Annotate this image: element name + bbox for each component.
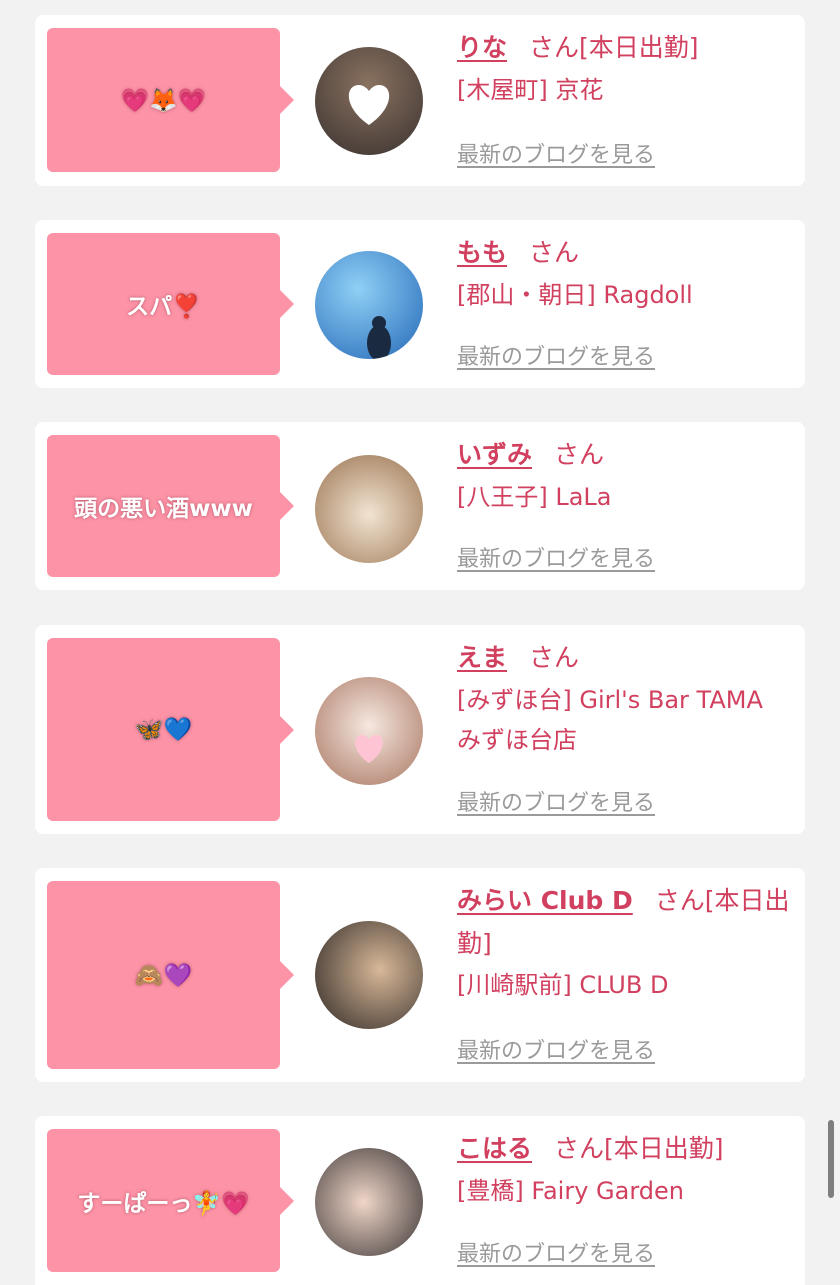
message-text: スパ❣️ — [126, 294, 201, 320]
shop-name: [郡山・朝日] Ragdoll — [457, 280, 693, 309]
avatar[interactable] — [315, 251, 423, 359]
shop-name-cont: みずほ台店 — [457, 726, 577, 755]
message-text: 💗🦊💗 — [120, 87, 207, 114]
cast-card: 🙈💜 みらい Club D さん[本日出勤] [川崎駅前] CLUB D 最新のブ… — [35, 868, 805, 1082]
info-block: みらい Club D さん[本日出勤] [川崎駅前] CLUB D — [457, 880, 793, 1006]
scrollbar[interactable] — [828, 1120, 834, 1198]
honorific: さん — [529, 643, 580, 672]
honorific: さん — [554, 1134, 605, 1163]
info-block: もも さん [郡山・朝日] Ragdoll — [457, 232, 793, 315]
message-text: すーぱーっ🧚💗 — [77, 1190, 250, 1217]
latest-blog-link[interactable]: 最新のブログを見る — [457, 339, 655, 371]
cast-card: 🦋💙 えま さん [みずほ台] Girl's Bar TAMA みずほ台店 最新の… — [35, 625, 805, 834]
cast-card: すーぱーっ🧚💗 こはる さん[本日出勤] [豊橋] Fairy Garden 最新… — [35, 1116, 805, 1285]
shop-name: [八王子] LaLa — [457, 482, 612, 511]
shop-name: [木屋町] 京花 — [457, 75, 604, 104]
honorific: さん — [554, 440, 605, 469]
latest-blog-link[interactable]: 最新のブログを見る — [457, 137, 655, 169]
message-text: 頭の悪い酒www — [74, 496, 253, 522]
honorific: さん — [529, 238, 580, 267]
message-text: 🙈💜 — [134, 962, 193, 989]
info-block: えま さん [みずほ台] Girl's Bar TAMA みずほ台店 — [457, 637, 793, 761]
cast-card: 💗🦊💗 りな さん[本日出勤] [木屋町] 京花 最新のブログを見る — [35, 15, 805, 186]
latest-blog-link[interactable]: 最新のブログを見る — [457, 785, 655, 817]
latest-blog-link[interactable]: 最新のブログを見る — [457, 1033, 655, 1065]
message-bubble: 頭の悪い酒www — [47, 435, 294, 577]
silhouette-icon — [367, 316, 391, 359]
avatar[interactable] — [315, 921, 423, 1029]
info-block: いずみ さん [八王子] LaLa — [457, 434, 793, 517]
avatar[interactable] — [315, 677, 423, 785]
honorific: さん — [529, 33, 580, 62]
avatar[interactable] — [315, 1148, 423, 1256]
cast-name-link[interactable]: こはる — [457, 1134, 532, 1163]
message-text: 🦋💙 — [134, 717, 193, 743]
latest-blog-link[interactable]: 最新のブログを見る — [457, 1236, 655, 1268]
message-bubble: すーぱーっ🧚💗 — [47, 1129, 294, 1272]
cast-name-link[interactable]: えま — [457, 643, 507, 672]
honorific: さん — [654, 886, 705, 915]
latest-blog-link[interactable]: 最新のブログを見る — [457, 541, 655, 573]
shop-name: [豊橋] Fairy Garden — [457, 1176, 684, 1205]
shop-name: [川崎駅前] CLUB D — [457, 971, 669, 999]
cast-name-link[interactable]: もも — [457, 238, 507, 267]
avatar[interactable] — [315, 47, 423, 155]
message-bubble: スパ❣️ — [47, 233, 294, 375]
message-bubble: 🙈💜 — [47, 881, 294, 1069]
cast-name-link[interactable]: いずみ — [457, 440, 532, 469]
message-bubble: 💗🦊💗 — [47, 28, 294, 172]
avatar[interactable] — [315, 455, 423, 563]
info-block: りな さん[本日出勤] [木屋町] 京花 — [457, 27, 793, 110]
cast-name-link[interactable]: りな — [457, 33, 507, 62]
cast-card: 頭の悪い酒www いずみ さん [八王子] LaLa 最新のブログを見る — [35, 422, 805, 590]
cast-card: スパ❣️ もも さん [郡山・朝日] Ragdoll 最新のブログを見る — [35, 220, 805, 388]
status-label: [本日出勤] — [579, 33, 699, 62]
status-label: [本日出勤] — [604, 1134, 724, 1163]
cast-name-link[interactable]: みらい Club D — [457, 886, 633, 915]
heart-sticker-icon — [348, 85, 390, 125]
info-block: こはる さん[本日出勤] [豊橋] Fairy Garden — [457, 1128, 793, 1211]
heart-sticker-icon — [355, 735, 383, 763]
shop-name: [みずほ台] Girl's Bar TAMA — [457, 685, 763, 714]
message-bubble: 🦋💙 — [47, 638, 294, 821]
